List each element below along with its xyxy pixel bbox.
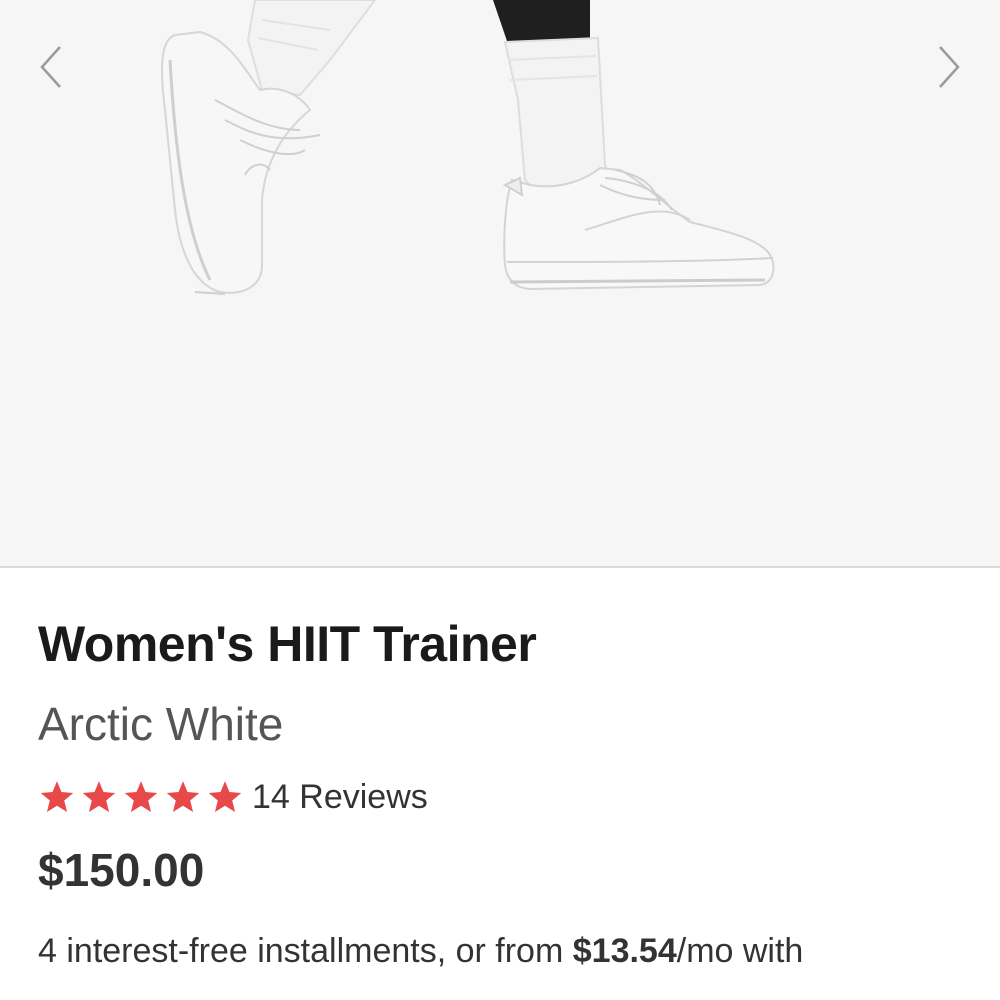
installments-suffix: /mo with	[676, 932, 804, 970]
product-price: $150.00	[38, 844, 205, 896]
product-page: Women's HIIT Trainer Arctic White 14 Rev…	[0, 0, 1000, 1000]
product-title: Women's HIIT Trainer	[38, 616, 537, 672]
star-rating	[38, 779, 244, 815]
star-icon	[124, 781, 158, 812]
gallery-next-button[interactable]	[928, 42, 968, 92]
star-icon	[208, 781, 242, 812]
chevron-right-icon	[939, 46, 960, 88]
product-image	[161, 0, 775, 295]
installments-amount: $13.54	[572, 932, 677, 970]
star-icon	[82, 781, 116, 812]
product-info: Women's HIIT Trainer Arctic White 14 Rev…	[38, 600, 978, 971]
gallery-divider	[0, 566, 1000, 568]
installments-prefix: 4 interest-free installments, or from	[38, 932, 573, 970]
chevron-left-icon	[40, 46, 61, 88]
reviews-link[interactable]: 14 Reviews	[252, 778, 428, 817]
gallery-prev-button[interactable]	[32, 42, 72, 92]
star-icon	[40, 781, 74, 812]
star-icon	[166, 781, 200, 812]
product-color: Arctic White	[38, 698, 284, 750]
installments-text: 4 interest-free installments, or from $1…	[38, 932, 978, 971]
product-image-gallery[interactable]	[0, 0, 1000, 566]
rating-row[interactable]: 14 Reviews	[38, 772, 978, 822]
